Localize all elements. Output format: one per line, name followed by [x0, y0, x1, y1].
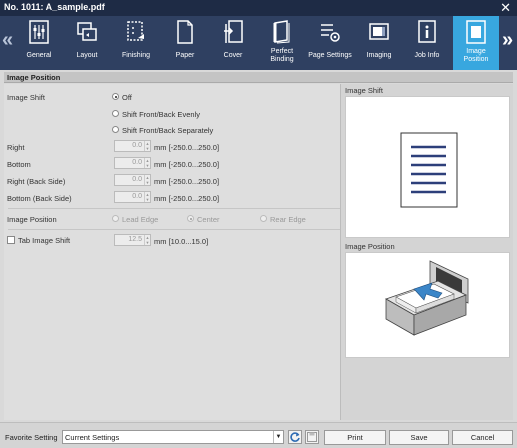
radio-shift-off-label: Off	[122, 93, 132, 102]
settings-panel: Image Shift Off Shift Front/Back Evenly …	[4, 84, 340, 420]
section-header: Image Position	[4, 72, 513, 83]
right-back-label: Right (Back Side)	[7, 177, 66, 186]
bottom-label: Bottom	[7, 160, 31, 169]
cover-icon	[224, 20, 243, 43]
radio-shift-off[interactable]	[112, 93, 119, 100]
finishing-icon	[127, 21, 144, 41]
tab-image-shift-value: 12.5	[128, 236, 142, 243]
tab-imaging[interactable]: Imaging	[356, 16, 402, 70]
title-bar: No. 1011: A_sample.pdf ✕	[0, 0, 517, 16]
tab-label: General	[26, 52, 52, 59]
radio-shift-separately-label: Shift Front/Back Separately	[122, 126, 214, 135]
save-favorite-button[interactable]	[305, 430, 319, 444]
footer-bar: Favorite Setting Current Settings ▼ Prin…	[0, 422, 517, 448]
paper-icon	[177, 20, 193, 44]
tab-layout[interactable]: Layout	[64, 16, 110, 70]
layout-icon	[77, 22, 97, 41]
image-position-label: Image Position	[7, 215, 57, 224]
radio-lead-edge-label: Lead Edge	[122, 215, 159, 224]
right-label: Right	[7, 143, 25, 152]
tab-label: Layout	[76, 52, 98, 59]
tab-finishing[interactable]: Finishing	[113, 16, 159, 70]
divider	[8, 229, 340, 230]
scroll-left-icon[interactable]: «	[2, 30, 13, 50]
bottom-value: 0.0	[132, 159, 142, 166]
floppy-disk-icon	[307, 432, 317, 442]
favorite-setting-label: Favorite Setting	[5, 433, 58, 442]
tray-illustration-icon	[385, 260, 469, 336]
tab-label: Finishing	[121, 52, 150, 59]
job-info-icon	[418, 20, 436, 43]
tab-label: Paper	[175, 52, 195, 59]
tab-cover[interactable]: Cover	[210, 16, 256, 70]
tab-perfect-binding[interactable]: Perfect Binding	[259, 16, 305, 70]
image-shift-preview-title: Image Shift	[345, 86, 383, 95]
save-button[interactable]: Save	[389, 430, 449, 445]
radio-lead-edge[interactable]	[112, 215, 119, 222]
close-icon[interactable]: ✕	[500, 0, 511, 16]
bottom-back-label: Bottom (Back Side)	[7, 194, 72, 203]
image-position-preview	[345, 252, 510, 358]
refresh-button[interactable]	[288, 430, 302, 444]
radio-rear-edge-label: Rear Edge	[270, 215, 306, 224]
right-back-value: 0.0	[132, 176, 142, 183]
perfect-binding-icon	[273, 20, 290, 44]
favorite-setting-select[interactable]: Current Settings ▼	[62, 430, 284, 444]
stepper-arrows-icon[interactable]: ▲ ▼	[144, 192, 150, 202]
radio-center[interactable]	[187, 215, 194, 222]
chevron-down-icon[interactable]: ▼	[273, 431, 283, 443]
print-button[interactable]: Print	[324, 430, 386, 445]
stepper-arrows-icon[interactable]: ▲ ▼	[144, 235, 150, 245]
radio-shift-evenly-label: Shift Front/Back Evenly	[122, 110, 200, 119]
refresh-icon	[290, 432, 300, 442]
tab-job-info[interactable]: Job Info	[404, 16, 450, 70]
preview-panel: Image Shift Image Position	[340, 84, 513, 420]
tab-page-settings[interactable]: Page Settings	[307, 16, 353, 70]
bottom-back-stepper[interactable]: 0.0 ▲ ▼	[114, 191, 151, 203]
radio-rear-edge[interactable]	[260, 215, 267, 222]
favorite-setting-value: Current Settings	[65, 433, 120, 442]
tab-image-shift-range: mm [10.0...15.0]	[154, 237, 209, 246]
cancel-button[interactable]: Cancel	[452, 430, 513, 445]
image-shift-preview	[345, 96, 510, 238]
radio-shift-separately[interactable]	[112, 126, 119, 133]
tab-label: Page Settings	[308, 52, 352, 59]
general-icon	[29, 20, 49, 44]
radio-shift-evenly[interactable]	[112, 110, 119, 117]
image-position-icon	[466, 20, 486, 44]
right-back-stepper[interactable]: 0.0 ▲ ▼	[114, 174, 151, 186]
tab-label: Image Position	[463, 48, 489, 63]
tab-label: Cover	[223, 52, 243, 59]
radio-center-label: Center	[197, 215, 220, 224]
tab-label: Imaging	[366, 52, 392, 59]
tab-image-shift-stepper[interactable]: 12.5 ▲ ▼	[114, 234, 151, 246]
tab-paper[interactable]: Paper	[162, 16, 208, 70]
bottom-range: mm [-250.0...250.0]	[154, 160, 220, 169]
right-stepper[interactable]: 0.0 ▲ ▼	[114, 140, 151, 152]
stepper-arrows-icon[interactable]: ▲ ▼	[144, 141, 150, 151]
divider	[8, 208, 340, 209]
stepper-arrows-icon[interactable]: ▲ ▼	[144, 158, 150, 168]
window-title: No. 1011: A_sample.pdf	[4, 2, 105, 12]
right-back-range: mm [-250.0...250.0]	[154, 177, 220, 186]
image-shift-label: Image Shift	[7, 93, 45, 102]
tab-label: Job Info	[414, 52, 440, 59]
right-value: 0.0	[132, 142, 142, 149]
page-preview-icon	[400, 132, 458, 208]
stepper-arrows-icon[interactable]: ▲ ▼	[144, 175, 150, 185]
tab-general[interactable]: General	[16, 16, 62, 70]
tab-image-shift-checkbox[interactable]	[7, 236, 15, 244]
scroll-right-icon[interactable]: »	[502, 30, 513, 50]
page-settings-icon	[321, 24, 340, 42]
image-position-preview-title: Image Position	[345, 242, 395, 251]
bottom-back-range: mm [-250.0...250.0]	[154, 194, 220, 203]
tab-image-position[interactable]: Image Position	[453, 16, 499, 70]
tab-label: Perfect Binding	[270, 48, 294, 63]
bottom-stepper[interactable]: 0.0 ▲ ▼	[114, 157, 151, 169]
bottom-back-value: 0.0	[132, 193, 142, 200]
tab-image-shift-label: Tab Image Shift	[18, 236, 71, 245]
imaging-icon	[369, 23, 389, 40]
right-range: mm [-250.0...250.0]	[154, 143, 220, 152]
category-toolbar: « General Layout Finishing Paper Cover P…	[0, 16, 517, 70]
